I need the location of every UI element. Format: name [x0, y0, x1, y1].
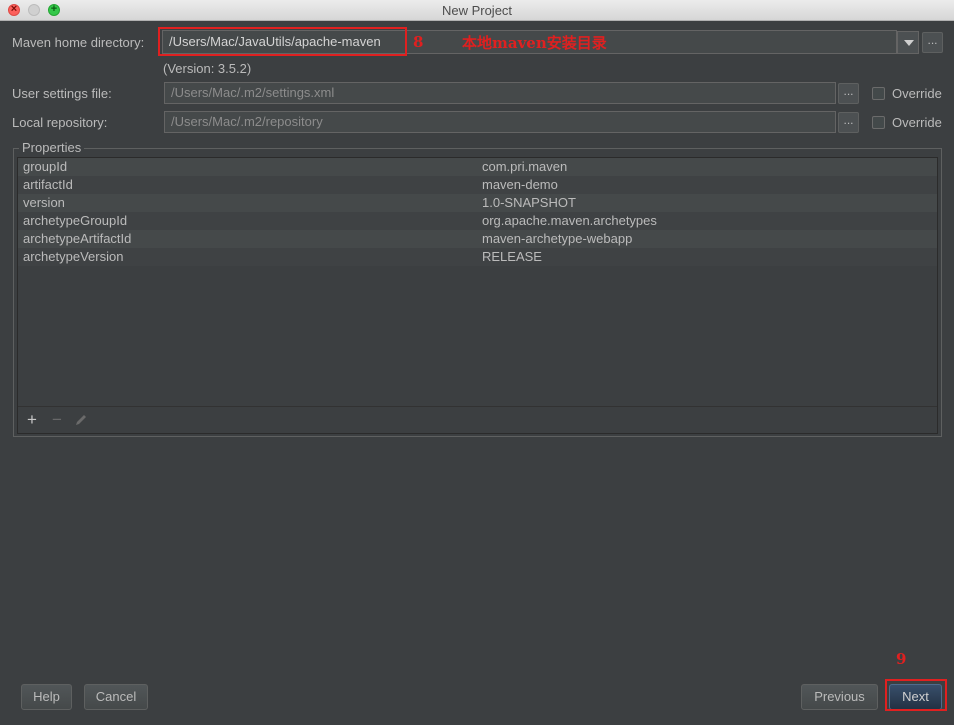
local-repository-override-checkbox[interactable] [872, 116, 885, 129]
local-repository-label: Local repository: [12, 115, 108, 130]
property-key: archetypeGroupId [23, 213, 128, 228]
maven-home-label: Maven home directory: [12, 35, 145, 50]
property-value[interactable]: 1.0-SNAPSHOT [482, 194, 576, 212]
annotation-note-8: 本地maven安装目录 [462, 34, 607, 52]
property-key: archetypeVersion [23, 249, 124, 264]
window-title: New Project [441, 3, 513, 18]
user-settings-label: User settings file: [12, 86, 112, 101]
cancel-button[interactable]: Cancel [84, 684, 148, 710]
table-row[interactable]: archetypeVersion RELEASE [18, 248, 937, 266]
local-repository-override-label: Override [892, 115, 942, 130]
previous-button[interactable]: Previous [801, 684, 878, 710]
remove-property-button[interactable]: − [48, 411, 66, 429]
edit-property-button[interactable] [72, 411, 90, 429]
user-settings-field[interactable]: /Users/Mac/.m2/settings.xml [164, 82, 836, 104]
property-key: artifactId [23, 177, 73, 192]
annotation-step-9: 9 [896, 650, 907, 668]
user-settings-override-label: Override [892, 86, 942, 101]
window-titlebar: × + New Project [0, 0, 954, 21]
properties-title: Properties [19, 140, 85, 155]
maven-version-text: (Version: 3.5.2) [163, 61, 252, 76]
annotation-highlight-next [885, 679, 947, 711]
help-button[interactable]: Help [21, 684, 72, 710]
minus-icon: − [52, 410, 62, 429]
local-repository-field[interactable]: /Users/Mac/.m2/repository [164, 111, 836, 133]
maven-home-browse-button[interactable]: ... [922, 32, 943, 53]
table-row[interactable]: artifactId maven-demo [18, 176, 937, 194]
property-value[interactable]: com.pri.maven [482, 158, 567, 176]
table-row[interactable]: version 1.0-SNAPSHOT [18, 194, 937, 212]
local-repository-browse-button[interactable]: ... [838, 112, 859, 133]
user-settings-browse-button[interactable]: ... [838, 83, 859, 104]
annotation-highlight-maven-home [158, 27, 407, 56]
property-key: archetypeArtifactId [23, 231, 132, 246]
table-row[interactable]: archetypeGroupId org.apache.maven.archet… [18, 212, 937, 230]
property-key: groupId [23, 159, 68, 174]
property-value[interactable]: RELEASE [482, 248, 542, 266]
user-settings-override-checkbox[interactable] [872, 87, 885, 100]
property-value[interactable]: maven-demo [482, 176, 558, 194]
properties-table: groupId com.pri.maven artifactId maven-d… [17, 157, 938, 434]
maven-home-dropdown-button[interactable] [897, 31, 919, 54]
property-value[interactable]: maven-archetype-webapp [482, 230, 632, 248]
property-key: version [23, 195, 65, 210]
property-value[interactable]: org.apache.maven.archetypes [482, 212, 657, 230]
properties-toolbar: + − [18, 406, 937, 434]
table-row[interactable]: groupId com.pri.maven [18, 158, 937, 176]
pencil-icon [76, 415, 86, 425]
add-property-button[interactable]: + [23, 411, 41, 429]
chevron-down-icon [904, 40, 914, 46]
plus-icon: + [27, 410, 37, 429]
table-row[interactable]: archetypeArtifactId maven-archetype-weba… [18, 230, 937, 248]
annotation-step-8: 8 [413, 33, 424, 51]
